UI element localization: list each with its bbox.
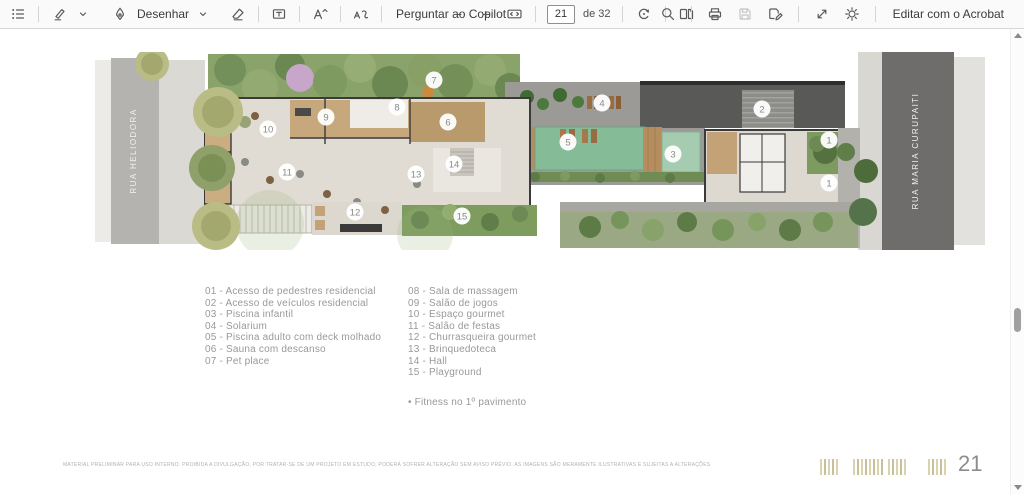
save-as-icon[interactable] [765,2,785,26]
plan-marker: 1 [826,179,831,190]
street-label-left: RUA HELIODORA [129,108,138,193]
divider [622,6,623,22]
font-size-icon[interactable] [310,2,330,26]
divider [875,6,876,22]
plan-marker: 15 [457,212,468,223]
floor-plan-svg: RUA HELIODORA RUA MARIA CURUPAITI [95,52,985,250]
disclaimer-text: MATERIAL PRELIMINAR PARA USO INTERNO. PR… [63,462,710,468]
plan-marker: 9 [323,113,328,124]
save-icon [735,2,755,26]
plan-marker: 6 [445,118,450,129]
eraser-icon[interactable] [228,2,248,26]
legend-item: 09 - Salão de jogos [408,298,536,310]
plan-marker: 8 [394,103,399,114]
search-icon[interactable] [658,2,678,26]
plan-marker: 5 [565,138,570,149]
legend-item: 04 - Solarium [205,321,381,333]
draw-dropdown-icon[interactable] [193,2,213,26]
page-number: 21 [958,451,982,477]
legend-note: • Fitness no 1º pavimento [408,397,526,408]
brand-bars [820,459,838,475]
draw-label[interactable]: Desenhar [137,7,189,21]
divider [535,6,536,22]
highlighter-dropdown-icon[interactable] [73,2,93,26]
legend-item: 03 - Piscina infantil [205,309,381,321]
divider [340,6,341,22]
scrollbar-thumb[interactable] [1014,308,1021,332]
legend-item: 13 - Brinquedoteca [408,344,536,356]
floor-plan-image: RUA HELIODORA RUA MARIA CURUPAITI [95,52,985,250]
legend-item: 08 - Sala de massagem [408,286,536,298]
toc-icon[interactable] [8,2,28,26]
plan-marker: 14 [449,160,460,171]
vertical-scrollbar[interactable] [1010,28,1024,494]
plan-marker: 12 [350,208,361,219]
divider [381,6,382,22]
pdf-toolbar: Desenhar [0,0,1024,29]
divider [38,6,39,22]
legend-item: 05 - Piscina adulto com deck molhado [205,332,381,344]
page-total-label: de 32 [583,8,611,20]
pdf-page: RUA HELIODORA RUA MARIA CURUPAITI [0,29,1011,494]
settings-icon[interactable] [842,2,862,26]
legend-column-2: 08 - Sala de massagem 09 - Salão de jogo… [408,286,536,379]
brand-bars [888,459,906,475]
divider [258,6,259,22]
plan-marker: 3 [670,150,675,161]
edit-with-acrobat-button[interactable]: Editar com o Acrobat [889,2,1008,26]
divider [691,6,692,22]
plan-marker: 4 [599,99,604,110]
legend-column-1: 01 - Acesso de pedestres residencial 02 … [205,286,381,367]
plan-marker: 10 [263,125,274,136]
legend-item: 12 - Churrasqueira gourmet [408,332,536,344]
legend-item: 01 - Acesso de pedestres residencial [205,286,381,298]
scroll-down-icon[interactable] [1014,485,1022,490]
plan-marker: 13 [411,170,422,181]
divider [299,6,300,22]
legend-item: 14 - Hall [408,356,536,368]
legend-item: 10 - Espaço gourmet [408,309,536,321]
legend-item: 02 - Acesso de veículos residencial [205,298,381,310]
scroll-up-icon[interactable] [1014,33,1022,38]
plan-marker: 11 [282,168,292,179]
rotate-icon[interactable] [634,2,654,26]
brand-bars [928,459,946,475]
plan-marker: 7 [431,76,436,87]
legend-item: 07 - Pet place [205,356,381,368]
fit-width-icon[interactable] [504,2,524,26]
highlighter-icon[interactable] [49,2,69,26]
expand-icon[interactable] [812,2,832,26]
legend-item: 06 - Sauna com descanso [205,344,381,356]
brand-bars [853,459,883,475]
plan-marker: 2 [759,105,764,116]
zoom-out-icon[interactable]: − [448,2,468,26]
draw-pen-icon[interactable] [110,2,130,26]
zoom-in-icon[interactable]: + [476,2,496,26]
divider [798,6,799,22]
add-text-icon[interactable] [269,2,289,26]
legend-item: 11 - Salão de festas [408,321,536,333]
street-label-right: RUA MARIA CURUPAITI [911,93,920,210]
page-number-input[interactable] [547,5,575,24]
print-icon[interactable] [705,2,725,26]
read-aloud-icon[interactable] [351,2,371,26]
plan-marker: 1 [826,136,831,147]
legend-item: 15 - Playground [408,367,536,379]
